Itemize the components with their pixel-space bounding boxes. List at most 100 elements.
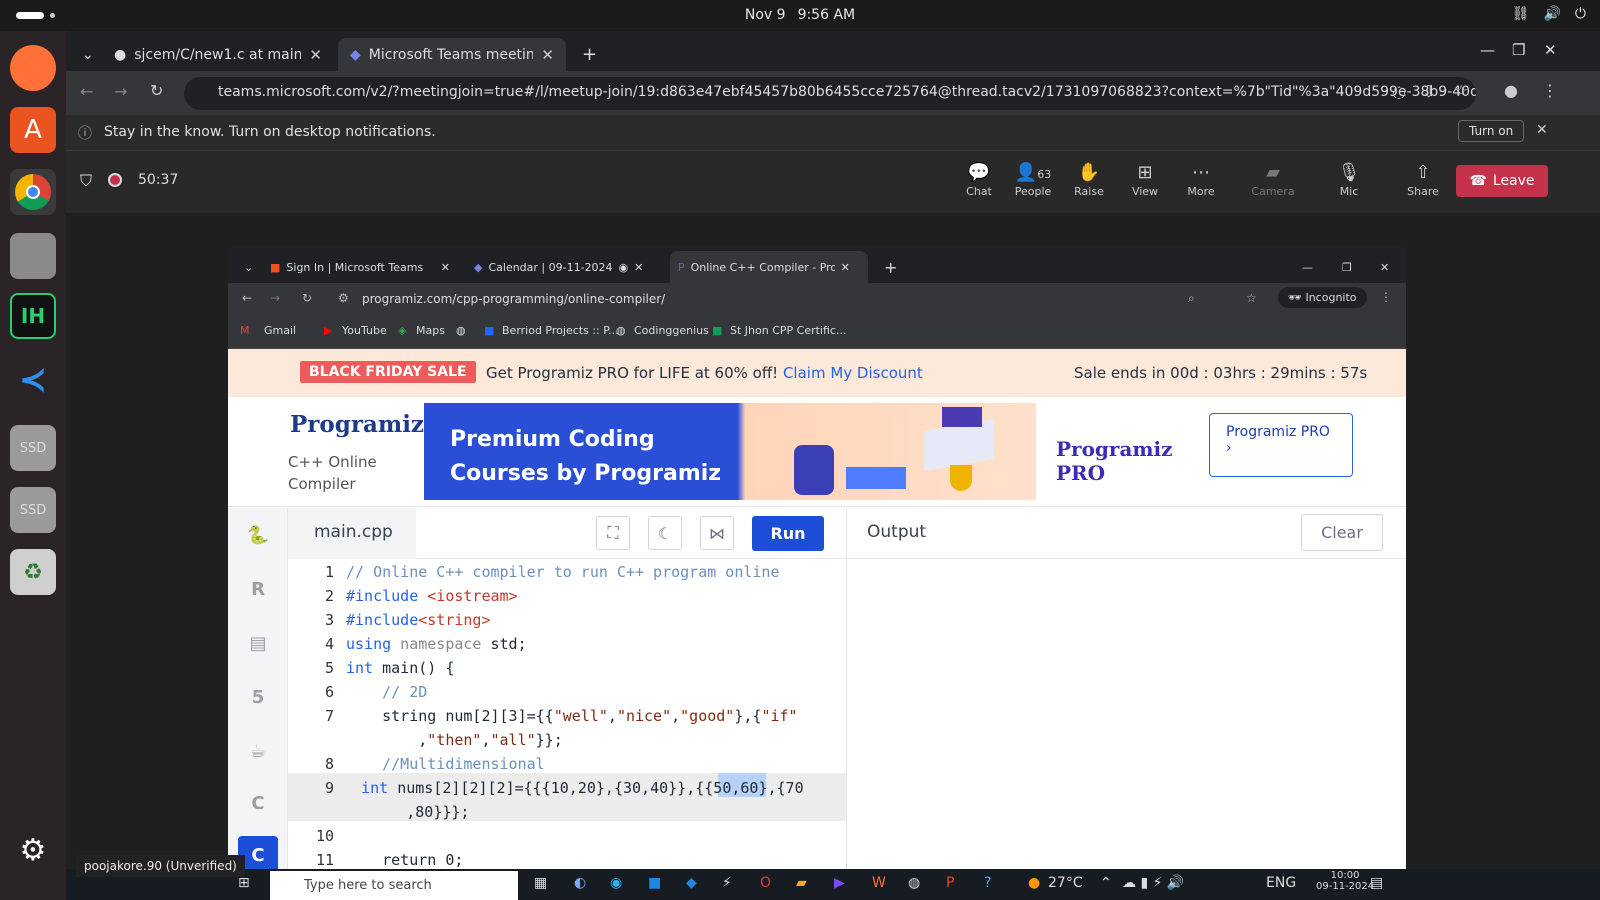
copilot-icon[interactable]: ◐: [574, 875, 586, 891]
site-info-icon[interactable]: ⚙: [338, 291, 349, 305]
bookmark-star-icon[interactable]: ☆: [1246, 291, 1257, 305]
restore-icon[interactable]: ❐: [1512, 41, 1525, 59]
tray-icons[interactable]: ☁ ▮ ⚡ 🔊: [1122, 875, 1184, 891]
trash-icon[interactable]: ♻: [10, 549, 56, 595]
taskbar-search[interactable]: Type here to search: [270, 871, 518, 900]
clear-button[interactable]: Clear: [1301, 514, 1383, 551]
camera-button[interactable]: ▰ Camera: [1248, 161, 1298, 198]
bookmark-berriod[interactable]: Berriod Projects :: P...: [502, 324, 619, 337]
zoom-icon[interactable]: ⌕: [1188, 291, 1195, 306]
close-icon[interactable]: ✕: [1536, 122, 1548, 138]
dark-mode-icon[interactable]: ☾: [648, 516, 682, 550]
reload-icon[interactable]: ↻: [302, 291, 312, 305]
close-icon[interactable]: ✕: [634, 261, 643, 274]
view-button[interactable]: ⊞ View: [1120, 161, 1170, 198]
system-tray[interactable]: ⛓ 🔊 ⏻: [1512, 6, 1586, 22]
gmail-icon[interactable]: M: [240, 324, 250, 337]
ad-banner[interactable]: Premium Coding Courses by Programiz Progr…: [424, 403, 1208, 500]
output-panel[interactable]: [846, 559, 1406, 887]
programiz-logo[interactable]: Programiz: [290, 411, 424, 438]
bookmark-star-icon[interactable]: ☆: [1454, 81, 1468, 100]
eye-off-icon[interactable]: ◌: [1392, 82, 1406, 101]
sql-icon[interactable]: ▤: [238, 624, 278, 662]
bookmark-youtube[interactable]: YouTube: [342, 324, 387, 337]
chrome-taskbar-icon[interactable]: ◍: [908, 875, 920, 891]
menu-icon[interactable]: ⋮: [1542, 81, 1558, 100]
show-apps-icon[interactable]: ⚙: [10, 827, 56, 873]
language-indicator[interactable]: ENG: [1266, 875, 1296, 891]
powerpoint-icon[interactable]: P: [946, 875, 954, 891]
close-icon[interactable]: ✕: [841, 261, 850, 274]
more-button[interactable]: ⋯ More: [1176, 161, 1226, 198]
leave-button[interactable]: ☎ Leave: [1456, 165, 1548, 197]
share-button[interactable]: ⇧ Share: [1398, 161, 1448, 198]
new-tab-button[interactable]: +: [876, 251, 905, 283]
share-icon[interactable]: ⋈: [700, 516, 734, 550]
menu-icon[interactable]: ⋮: [1380, 290, 1392, 304]
r-language-icon[interactable]: R: [238, 570, 278, 608]
close-icon[interactable]: ✕: [309, 46, 322, 64]
edge-icon[interactable]: ◉: [610, 875, 622, 891]
programiz-pro-button[interactable]: Programiz PRO ›: [1209, 413, 1353, 477]
app-center-icon[interactable]: A: [10, 107, 56, 153]
back-icon[interactable]: ←: [242, 291, 252, 305]
claim-discount-link[interactable]: Claim My Discount: [783, 364, 923, 382]
tab-compiler[interactable]: P Online C++ Compiler - Program ✕: [670, 251, 868, 283]
tab-calendar[interactable]: ◆ Calendar | 09-11-2024-Batc ◉ ✕: [466, 251, 662, 283]
mic-button[interactable]: 🎙 Mic: [1324, 161, 1374, 198]
run-button[interactable]: Run: [752, 516, 824, 551]
bookmark-gmail[interactable]: Gmail: [264, 324, 296, 337]
close-icon[interactable]: ✕: [441, 261, 450, 274]
bookmark-maps[interactable]: Maps: [416, 324, 445, 337]
volume-icon[interactable]: 🔊: [1543, 6, 1560, 22]
network-icon[interactable]: ⛓: [1512, 6, 1530, 22]
java-icon[interactable]: ☕: [238, 732, 278, 770]
ssd-drive-icon[interactable]: SSD: [10, 425, 56, 471]
code-editor[interactable]: 1 2 3 4 5 6 7 8 9 10 11 // Online C++ co…: [288, 559, 846, 887]
c-language-icon[interactable]: C: [238, 784, 278, 822]
media-icon[interactable]: ▶: [834, 875, 845, 891]
new-tab-button[interactable]: +: [570, 38, 609, 71]
task-view-icon[interactable]: ▦: [534, 875, 547, 891]
folder-icon[interactable]: ▰: [796, 875, 807, 891]
firefox-icon[interactable]: [10, 45, 56, 91]
fullscreen-icon[interactable]: ⛶: [596, 516, 630, 550]
files-icon[interactable]: [10, 233, 56, 279]
minimize-icon[interactable]: —: [1294, 251, 1321, 283]
wps-icon[interactable]: W: [872, 875, 886, 891]
terminal-app-icon[interactable]: IH: [10, 293, 56, 339]
help-icon[interactable]: ?: [984, 875, 991, 891]
profile-icon[interactable]: ●: [1504, 81, 1518, 100]
file-tab[interactable]: main.cpp: [288, 508, 416, 559]
tab-teams[interactable]: ◆ Microsoft Teams meeting ✕: [338, 38, 566, 71]
close-window-icon[interactable]: ✕: [1544, 41, 1557, 59]
tab-search-button[interactable]: ⌄: [70, 38, 100, 71]
minimize-icon[interactable]: —: [1480, 41, 1495, 59]
restore-icon[interactable]: ❐: [1334, 251, 1360, 283]
close-icon[interactable]: ✕: [541, 46, 554, 64]
tab-github[interactable]: ● sjcem/C/new1.c at main ✕: [102, 38, 334, 71]
chat-button[interactable]: 💬 Chat: [954, 161, 1004, 198]
tab-search-button[interactable]: ⌄: [236, 251, 261, 283]
taskbar-clock[interactable]: 10:00 09-11-2024: [1316, 870, 1374, 892]
python-icon[interactable]: 🐍: [238, 516, 278, 554]
close-window-icon[interactable]: ✕: [1372, 251, 1397, 283]
back-icon[interactable]: ←: [80, 82, 93, 101]
opera-icon[interactable]: O: [760, 875, 771, 891]
system-clock[interactable]: Nov 9 9:56 AM: [0, 7, 1600, 23]
turn-on-button[interactable]: Turn on: [1458, 120, 1525, 142]
install-icon[interactable]: ⇩: [1422, 82, 1435, 101]
weather-temp[interactable]: 27°C: [1048, 875, 1083, 891]
globe-icon[interactable]: ◍: [456, 324, 466, 337]
incognito-badge[interactable]: 🕶 Incognito: [1278, 287, 1367, 308]
reload-icon[interactable]: ↻: [150, 81, 163, 100]
tray-chevron-icon[interactable]: ⌃: [1100, 875, 1112, 891]
raise-button[interactable]: ✋ Raise: [1064, 161, 1114, 198]
vscode-icon[interactable]: ≺: [10, 357, 56, 403]
chrome-icon[interactable]: [10, 169, 56, 215]
html-icon[interactable]: 5: [238, 678, 278, 716]
forward-icon[interactable]: →: [270, 291, 280, 305]
forward-icon[interactable]: →: [114, 82, 127, 101]
url-text[interactable]: programiz.com/cpp-programming/online-com…: [362, 292, 665, 306]
bookmark-codinggenius[interactable]: Codinggenius: [634, 324, 709, 337]
